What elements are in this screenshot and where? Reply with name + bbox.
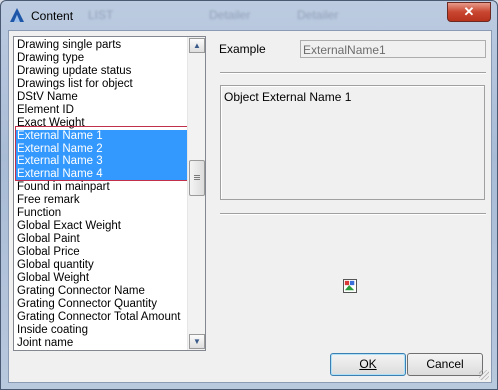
list-item[interactable]: Free remark [16,194,188,207]
separator [220,72,486,74]
grip-line [194,175,200,176]
scroll-up-icon[interactable]: ▲ [189,38,205,53]
list-item[interactable]: Grating Connector Total Amount [16,311,188,324]
content-dialog: Content LIST Detailer Detailer ✕ Drawing… [0,0,498,390]
grip-line [194,177,200,178]
app-logo-icon [10,8,24,22]
list-item[interactable]: Drawing type [16,52,188,65]
ok-label: OK [359,357,377,371]
list-item[interactable]: External Name 1 [16,129,188,143]
list-item[interactable]: Exact Weight [16,117,188,130]
close-button[interactable]: ✕ [447,2,491,22]
list-item[interactable]: Drawing single parts [16,39,188,52]
separator [220,213,486,215]
attribute-list: Drawing single parts Drawing type Drawing … [16,39,188,350]
title-bar[interactable]: Content LIST Detailer Detailer ✕ [1,1,497,30]
list-item[interactable]: Global Weight [16,272,188,285]
background-text: Detailer [209,8,251,22]
cancel-button[interactable]: Cancel [407,353,483,376]
scrollbar-thumb[interactable] [189,160,205,196]
list-item[interactable]: Global Price [16,246,188,259]
resize-grip[interactable] [479,370,489,380]
background-text: Detailer [297,8,339,22]
list-item[interactable]: Joint name [16,337,188,350]
ok-button[interactable]: OK [330,353,406,376]
list-item[interactable]: DStV Name [16,91,188,104]
description-box: Object External Name 1 [220,85,485,200]
list-item[interactable]: Drawings list for object [16,78,188,91]
list-item[interactable]: External Name 3 [16,155,188,169]
attribute-listbox[interactable]: Drawing single parts Drawing type Drawing … [13,36,206,351]
example-field: ExternalName1 [300,40,486,58]
scroll-down-icon[interactable]: ▼ [189,334,205,349]
window-title: Content [31,9,74,23]
list-item[interactable]: External Name 4 [16,168,188,182]
list-item[interactable]: Inside coating [16,324,188,337]
image-placeholder-icon [343,279,357,293]
grip-line [194,179,200,180]
list-item[interactable]: Global quantity [16,259,188,272]
dialog-body: Drawing single parts Drawing type Drawing … [8,30,492,383]
list-item[interactable]: Function [16,207,188,220]
list-item[interactable]: Global Paint [16,233,188,246]
list-item[interactable]: External Name 2 [16,142,188,156]
list-item[interactable]: Grating Connector Name [16,285,188,298]
list-item[interactable]: Drawing update status [16,65,188,78]
list-item[interactable]: Grating Connector Quantity [16,298,188,311]
list-item[interactable]: Element ID [16,104,188,117]
vertical-scrollbar[interactable]: ▲ ▼ [187,37,205,350]
background-text: LIST [88,8,114,22]
list-item[interactable]: Found in mainpart [16,181,188,194]
list-item[interactable]: Global Exact Weight [16,220,188,233]
example-label: Example [219,42,266,56]
